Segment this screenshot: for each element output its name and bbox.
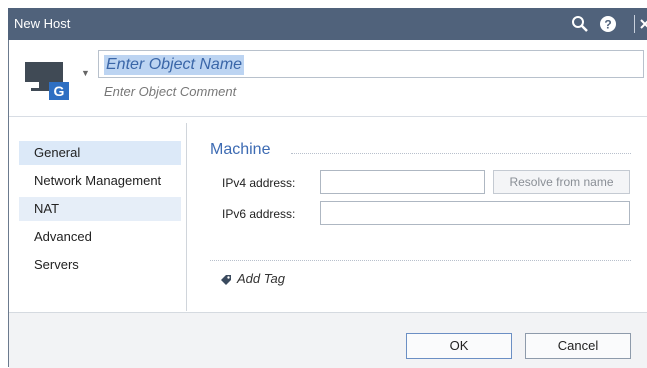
sidebar-item-network-management[interactable]: Network Management bbox=[19, 169, 181, 193]
title-bar: New Host ? bbox=[8, 8, 647, 40]
dialog-body: G ▼ Enter Object Name Enter Object Comme… bbox=[8, 40, 647, 368]
section-divider bbox=[291, 153, 631, 154]
section-title-machine: Machine bbox=[210, 141, 271, 158]
chevron-down-icon[interactable]: ▼ bbox=[81, 68, 90, 78]
ipv6-label: IPv6 address: bbox=[222, 207, 296, 221]
tag-divider bbox=[210, 260, 631, 261]
sidebar-item-servers[interactable]: Servers bbox=[19, 253, 181, 277]
object-name-input[interactable]: Enter Object Name bbox=[98, 50, 644, 78]
sidebar-item-nat[interactable]: NAT bbox=[19, 197, 181, 221]
svg-text:G: G bbox=[54, 83, 65, 99]
host-gateway-icon[interactable]: G bbox=[25, 60, 77, 103]
sidebar-item-general[interactable]: General bbox=[19, 141, 181, 165]
ipv4-input[interactable] bbox=[320, 170, 485, 194]
dialog-footer: OK Cancel bbox=[9, 312, 647, 368]
object-comment-input[interactable]: Enter Object Comment bbox=[104, 84, 236, 99]
sidebar: General Network Management NAT Advanced … bbox=[9, 117, 187, 314]
cancel-button[interactable]: Cancel bbox=[525, 333, 631, 359]
close-icon[interactable] bbox=[639, 15, 647, 33]
ipv4-label: IPv4 address: bbox=[222, 176, 296, 190]
window-title: New Host bbox=[14, 16, 71, 31]
add-tag-link[interactable]: Add Tag bbox=[237, 271, 285, 286]
sidebar-item-advanced[interactable]: Advanced bbox=[19, 225, 181, 249]
search-icon[interactable] bbox=[571, 15, 589, 33]
svg-text:?: ? bbox=[604, 18, 611, 32]
object-header: G ▼ Enter Object Name Enter Object Comme… bbox=[9, 40, 647, 117]
resolve-from-name-button[interactable]: Resolve from name bbox=[493, 170, 630, 194]
title-separator bbox=[634, 15, 635, 33]
help-icon[interactable]: ? bbox=[599, 15, 617, 33]
object-name-placeholder: Enter Object Name bbox=[104, 55, 245, 75]
ipv6-input[interactable] bbox=[320, 201, 630, 225]
tag-icon bbox=[220, 274, 232, 289]
ok-button[interactable]: OK bbox=[406, 333, 512, 359]
sidebar-divider bbox=[186, 123, 187, 311]
